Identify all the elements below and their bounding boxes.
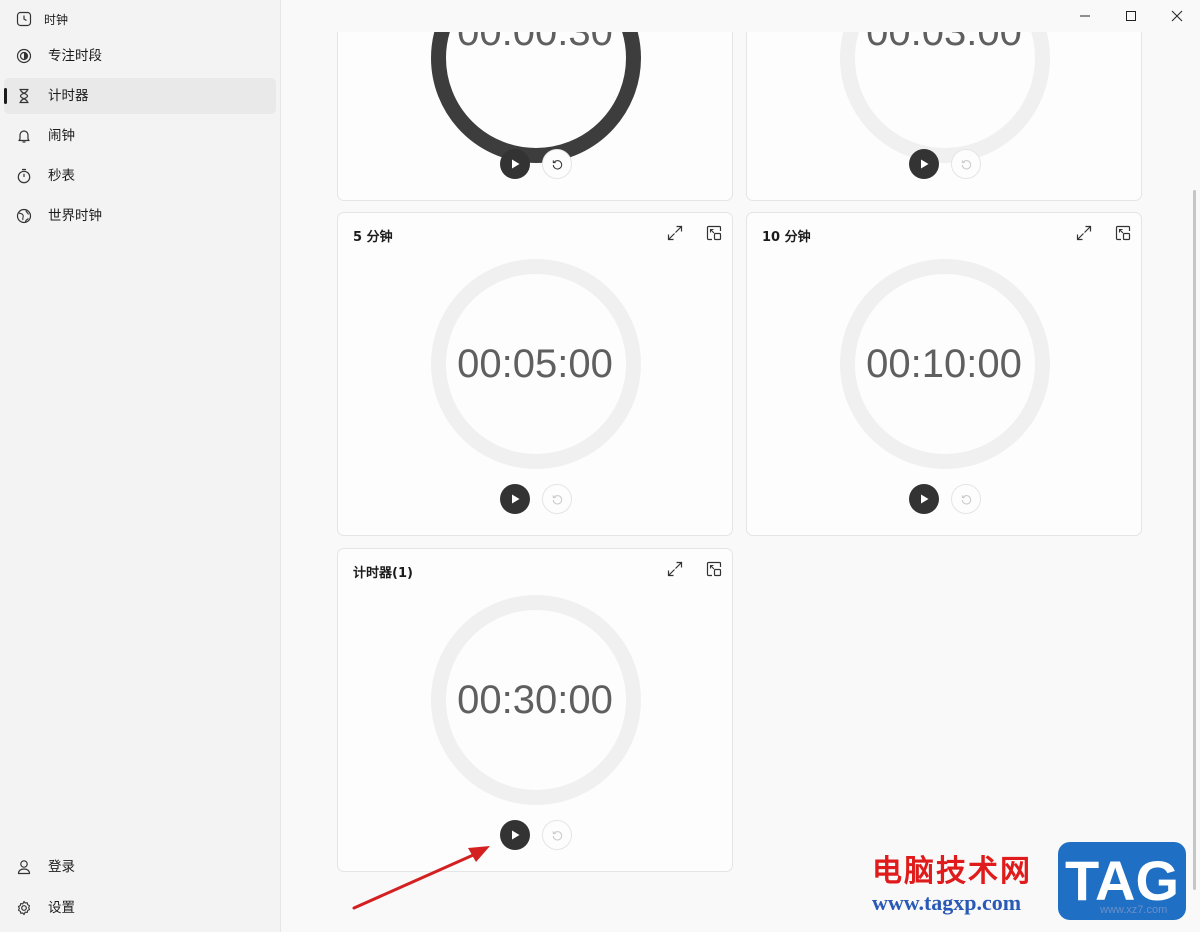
timer-time: 00:05:00 — [457, 342, 613, 386]
expand-icon — [1076, 225, 1092, 241]
reset-icon — [961, 159, 971, 169]
expand-button[interactable] — [1073, 222, 1095, 244]
annotation-arrow-icon — [352, 846, 490, 910]
sidebar-item-world-clock[interactable]: 世界时钟 — [4, 198, 276, 234]
reset-button[interactable] — [951, 484, 981, 514]
reset-button[interactable] — [951, 149, 981, 179]
keep-on-top-button[interactable] — [1112, 222, 1134, 244]
focus-icon — [16, 48, 32, 64]
sidebar-item-label: 世界时钟 — [48, 208, 102, 224]
reset-button[interactable] — [542, 149, 572, 179]
reset-icon — [552, 159, 562, 169]
timer-card[interactable]: 计时器(1) 00:30:00 — [337, 548, 733, 872]
play-button[interactable] — [909, 149, 939, 179]
maximize-button[interactable] — [1108, 0, 1154, 32]
keep-on-top-button[interactable] — [703, 222, 725, 244]
hourglass-icon — [16, 88, 32, 104]
play-icon — [921, 494, 929, 504]
sidebar-item-stopwatch[interactable]: 秒表 — [4, 158, 276, 194]
reset-icon — [552, 830, 562, 840]
gear-icon — [16, 900, 32, 916]
sidebar-item-label: 闹钟 — [48, 128, 75, 144]
expand-button[interactable] — [664, 222, 686, 244]
play-button[interactable] — [909, 484, 939, 514]
pin-window-icon — [706, 561, 722, 577]
timer-title: 计时器(1) — [353, 566, 413, 581]
timer-grid: 00:00:30 00:03:00 5 分钟 00:05:00 10 分钟 00… — [281, 32, 1200, 932]
sidebar-item-label: 专注时段 — [48, 48, 102, 64]
expand-icon — [667, 561, 683, 577]
minimize-icon — [1080, 15, 1090, 17]
timer-time: 00:00:30 — [457, 32, 613, 54]
keep-on-top-button[interactable] — [703, 558, 725, 580]
play-icon — [512, 830, 520, 840]
globe-icon — [16, 208, 32, 224]
sidebar-item-settings[interactable]: 设置 — [4, 890, 276, 926]
play-button[interactable] — [500, 484, 530, 514]
timer-card[interactable]: 00:00:30 — [337, 32, 733, 201]
play-icon — [512, 494, 520, 504]
app-title: 时钟 — [16, 9, 68, 29]
reset-icon — [961, 494, 971, 504]
stopwatch-icon — [16, 168, 32, 184]
timer-title: 5 分钟 — [353, 230, 393, 245]
sidebar-item-sign-in[interactable]: 登录 — [4, 849, 276, 885]
sidebar-item-label: 秒表 — [48, 168, 75, 184]
timer-time: 00:30:00 — [457, 678, 613, 722]
bell-icon — [16, 128, 32, 144]
play-icon — [921, 159, 929, 169]
play-button[interactable] — [500, 820, 530, 850]
timer-card[interactable]: 10 分钟 00:10:00 — [746, 212, 1142, 536]
app-title-label: 时钟 — [44, 12, 69, 27]
maximize-icon — [1126, 11, 1136, 21]
sidebar-item-label: 计时器 — [48, 88, 89, 104]
reset-button[interactable] — [542, 484, 572, 514]
timer-title: 10 分钟 — [762, 230, 811, 245]
scrollbar[interactable] — [1193, 190, 1196, 890]
clock-app-icon — [16, 11, 32, 27]
timer-card[interactable]: 5 分钟 00:05:00 — [337, 212, 733, 536]
expand-icon — [667, 225, 683, 241]
watermark-text: 电脑技术网 — [872, 854, 1032, 889]
timer-card[interactable]: 00:03:00 — [746, 32, 1142, 201]
sidebar-item-label: 设置 — [48, 900, 75, 916]
timer-time: 00:10:00 — [866, 342, 1022, 386]
minimize-button[interactable] — [1062, 0, 1108, 32]
watermark-url: www.tagxp.com — [872, 890, 1022, 915]
sidebar-item-focus[interactable]: 专注时段 — [4, 38, 276, 74]
reset-icon — [552, 494, 562, 504]
play-icon — [512, 159, 520, 169]
close-icon — [1171, 10, 1183, 22]
close-button[interactable] — [1154, 0, 1200, 32]
watermark-sub: www.xz7.com — [1100, 904, 1168, 916]
reset-button[interactable] — [542, 820, 572, 850]
sidebar: 时钟 专注时段 计时器 闹钟 秒表 世界时钟 登录 设置 — [0, 0, 281, 932]
expand-button[interactable] — [664, 558, 686, 580]
person-icon — [16, 859, 32, 875]
pin-window-icon — [706, 225, 722, 241]
pin-window-icon — [1115, 225, 1131, 241]
sidebar-item-label: 登录 — [48, 859, 75, 875]
play-button[interactable] — [500, 149, 530, 179]
sidebar-item-alarm[interactable]: 闹钟 — [4, 118, 276, 154]
timer-time: 00:03:00 — [866, 32, 1022, 54]
sidebar-item-timer[interactable]: 计时器 — [4, 78, 276, 114]
